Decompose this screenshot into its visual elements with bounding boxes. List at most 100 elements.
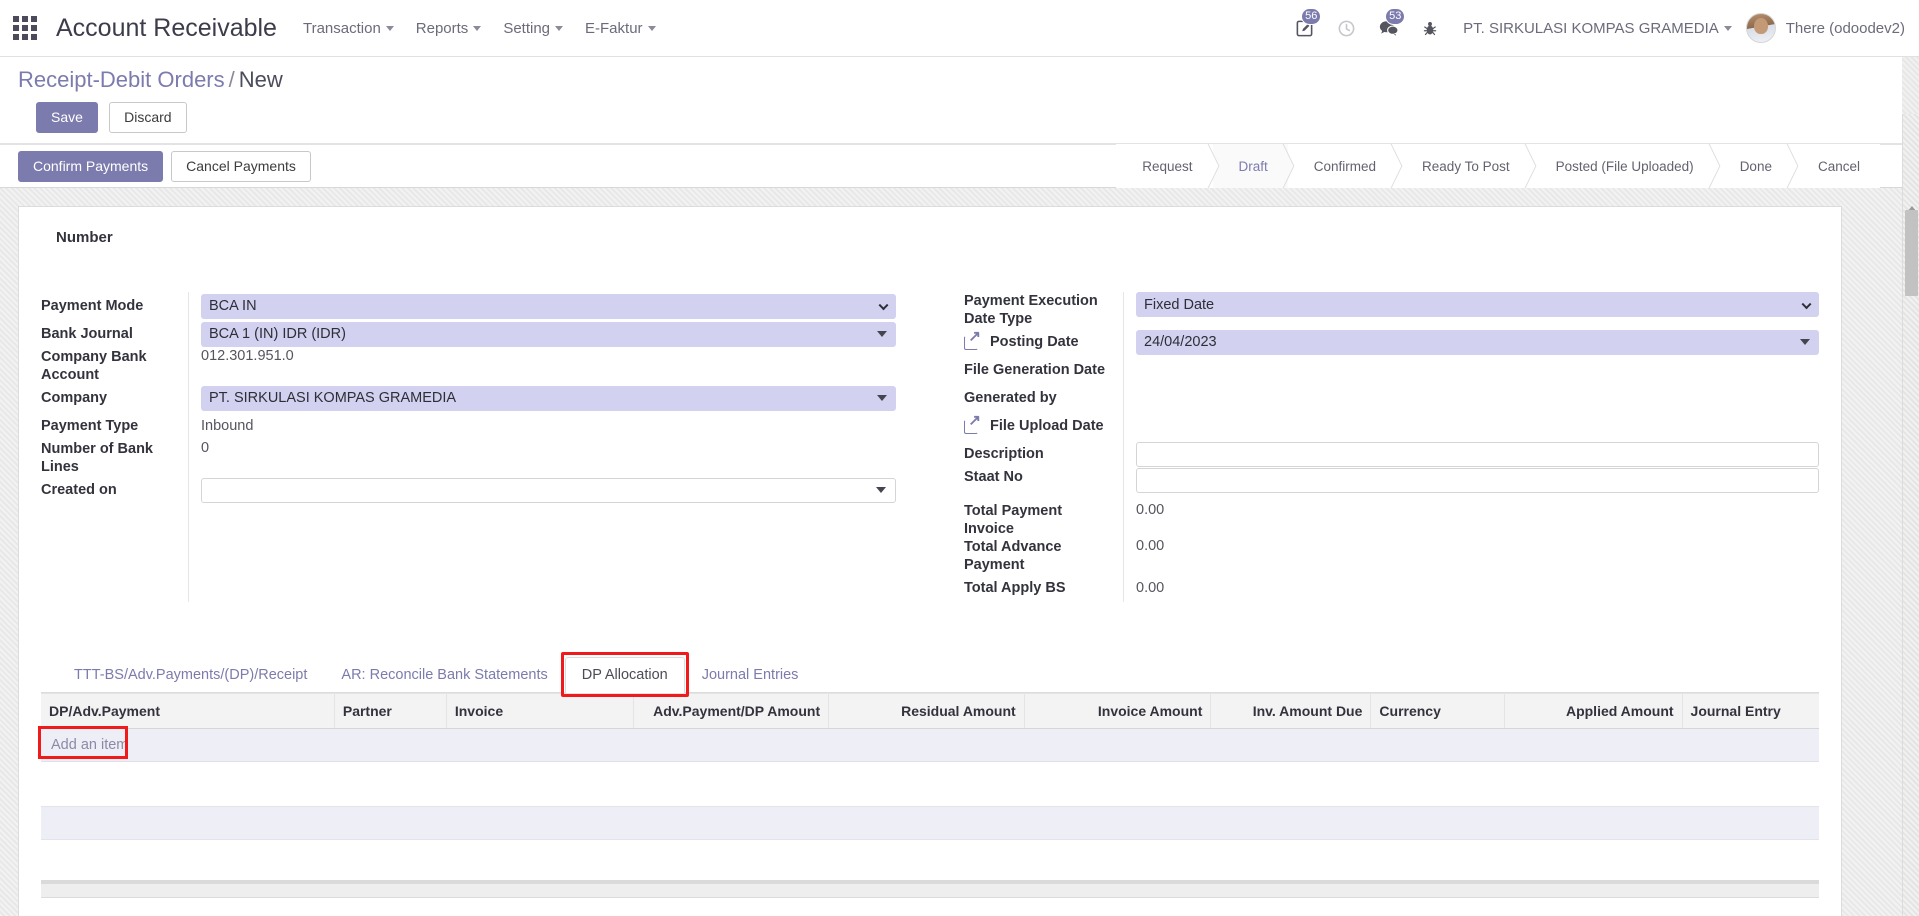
caret-down-icon [877,331,887,337]
confirm-payments-button[interactable]: Confirm Payments [18,150,164,182]
topbar-right-group: 56 53 PT. SIRKULASI KOMPAS GRAMEDIA Ther… [1283,8,1905,48]
tab-journal-entries[interactable]: Journal Entries [685,657,816,693]
payment-type-label: Payment Type [41,418,139,434]
menu-reports[interactable]: Reports [416,20,482,37]
form-columns: Payment Mode Bank Journal Company Bank A… [41,292,1819,602]
generated-by-field-row [1136,384,1819,412]
col-journal-entry[interactable]: Journal Entry [1681,693,1819,729]
total-apply-bs-value: 0.00 [1136,580,1165,596]
table-cell-empty [1024,728,1211,762]
form-right-fields: Fixed Date 24/04/2023 0.00 0.00 0.00 [1124,292,1819,602]
control-panel: Receipt-Debit Orders / New Save Discard [0,57,1902,144]
vertical-scrollbar[interactable] [1902,114,1919,916]
menu-efaktur[interactable]: E-Faktur [585,20,656,37]
company-field-row: PT. SIRKULASI KOMPAS GRAMEDIA [201,384,896,412]
tab-ttt-bs-adv-payments-dp-receipt[interactable]: TTT-BS/Adv.Payments/(DP)/Receipt [57,657,324,693]
generated-by-label: Generated by [964,390,1057,406]
caret-down-icon [877,395,887,401]
company-switcher[interactable]: PT. SIRKULASI KOMPAS GRAMEDIA [1463,20,1732,37]
save-discard-bar: Save Discard [18,93,1902,143]
col-adv-payment-dp-amount[interactable]: Adv.Payment/DP Amount [632,693,829,729]
form-column-right: Payment Execution Date Type Posting Date… [930,292,1819,602]
add-an-item-button[interactable]: Add an item [38,726,335,762]
col-applied-amount[interactable]: Applied Amount [1503,693,1683,729]
internal-link-icon[interactable] [964,329,990,350]
table-cell-empty [1370,728,1505,762]
activities-button[interactable]: 56 [1283,8,1325,48]
pipeline-step-draft[interactable]: Draft [1212,144,1288,188]
scrollbar-thumb[interactable] [1905,210,1918,296]
pipeline-step-ready-to-post[interactable]: Ready To Post [1396,144,1530,188]
total-advance-payment-value: 0.00 [1136,538,1165,554]
add-item-row[interactable]: Add an item [38,726,1819,762]
payment-type-field-row: Inbound [201,412,896,440]
discard-button[interactable]: Discard [109,102,187,133]
table-body: Add an item [38,726,1819,762]
number-of-bank-lines-label: Number of Bank Lines [41,441,153,475]
pipeline-step-done[interactable]: Done [1713,144,1792,188]
breadcrumb-current: New [238,67,283,92]
clock-icon [1338,20,1355,36]
payment-mode-field-row: BCA IN [201,292,896,320]
file-generation-date-label: File Generation Date [964,362,1106,378]
caret-down-icon [876,487,886,493]
payment-execution-date-type-select[interactable]: Fixed Date [1136,292,1819,317]
payment-execution-date-type-value: Fixed Date [1144,296,1215,313]
tab-dp-allocation[interactable]: DP Allocation [560,652,689,697]
description-label: Description [964,446,1044,462]
menu-reports-label: Reports [415,19,469,37]
file-upload-date-label-row: File Upload Date [964,412,1113,440]
number-of-bank-lines-field-row: 0 [201,440,896,476]
action-status-bar: Confirm Payments Cancel Payments Request… [0,144,1902,188]
pipeline-step-confirmed[interactable]: Confirmed [1287,144,1397,188]
created-on-input[interactable] [201,477,896,503]
form-sheet: Number Payment Mode Bank Journal Company… [18,206,1842,916]
pipeline-step-cancel[interactable]: Cancel [1791,144,1880,188]
col-invoice[interactable]: Invoice [445,693,634,729]
col-residual-amount[interactable]: Residual Amount [828,693,1025,729]
col-dp-adv-payment[interactable]: DP/Adv.Payment [41,693,335,729]
dp-allocation-table: DP/Adv.Payment Partner Invoice Adv.Payme… [38,693,1819,762]
menu-setting[interactable]: Setting [503,20,564,37]
posting-date-input[interactable]: 24/04/2023 [1136,329,1819,355]
payment-mode-select[interactable]: BCA IN [201,293,896,319]
clock-button[interactable] [1325,8,1367,48]
chevron-down-icon [1723,26,1732,32]
col-partner[interactable]: Partner [333,693,447,729]
bank-journal-field-row: BCA 1 (IN) IDR (IDR) [201,320,896,348]
form-right-labels: Payment Execution Date Type Posting Date… [964,292,1124,602]
total-advance-payment-label: Total Advance Payment [964,539,1062,573]
total-payment-invoice-label: Total Payment Invoice [964,503,1063,537]
col-invoice-amount[interactable]: Invoice Amount [1023,693,1211,729]
file-upload-date-field-row [1136,412,1819,440]
user-menu[interactable]: There (odoodev2) [1786,20,1905,37]
chevron-down-icon [385,26,394,32]
menu-transaction[interactable]: Transaction [303,20,394,37]
table-header-row: DP/Adv.Payment Partner Invoice Adv.Payme… [41,693,1819,729]
messages-button[interactable]: 53 [1367,8,1409,48]
pipeline-step-request[interactable]: Request [1116,144,1213,188]
staat-no-input[interactable] [1136,468,1819,493]
created-on-label: Created on [41,482,117,498]
col-inv-amount-due[interactable]: Inv. Amount Due [1210,693,1371,729]
form-left-labels: Payment Mode Bank Journal Company Bank A… [41,292,189,602]
file-upload-date-label: File Upload Date [990,418,1104,434]
cancel-payments-button[interactable]: Cancel Payments [171,150,311,182]
apps-grid-icon[interactable] [10,13,40,43]
company-input[interactable]: PT. SIRKULASI KOMPAS GRAMEDIA [201,385,896,411]
posting-date-label: Posting Date [990,334,1079,350]
internal-link-icon[interactable] [964,413,990,434]
bug-icon [1423,21,1437,35]
number-label: Number [56,229,113,246]
bank-journal-input[interactable]: BCA 1 (IN) IDR (IDR) [201,321,896,347]
save-button[interactable]: Save [36,102,98,133]
divider-white-band [41,898,1819,916]
avatar[interactable] [1745,13,1776,43]
breadcrumb-root[interactable]: Receipt-Debit Orders [18,67,225,92]
menu-efaktur-label: E-Faktur [585,19,643,37]
description-input[interactable] [1136,441,1819,467]
tab-ar-reconcile-bank-statements[interactable]: AR: Reconcile Bank Statements [324,657,564,693]
debug-button[interactable] [1409,8,1451,48]
col-currency[interactable]: Currency [1370,693,1505,729]
pipeline-step-posted[interactable]: Posted (File Uploaded) [1529,144,1714,188]
